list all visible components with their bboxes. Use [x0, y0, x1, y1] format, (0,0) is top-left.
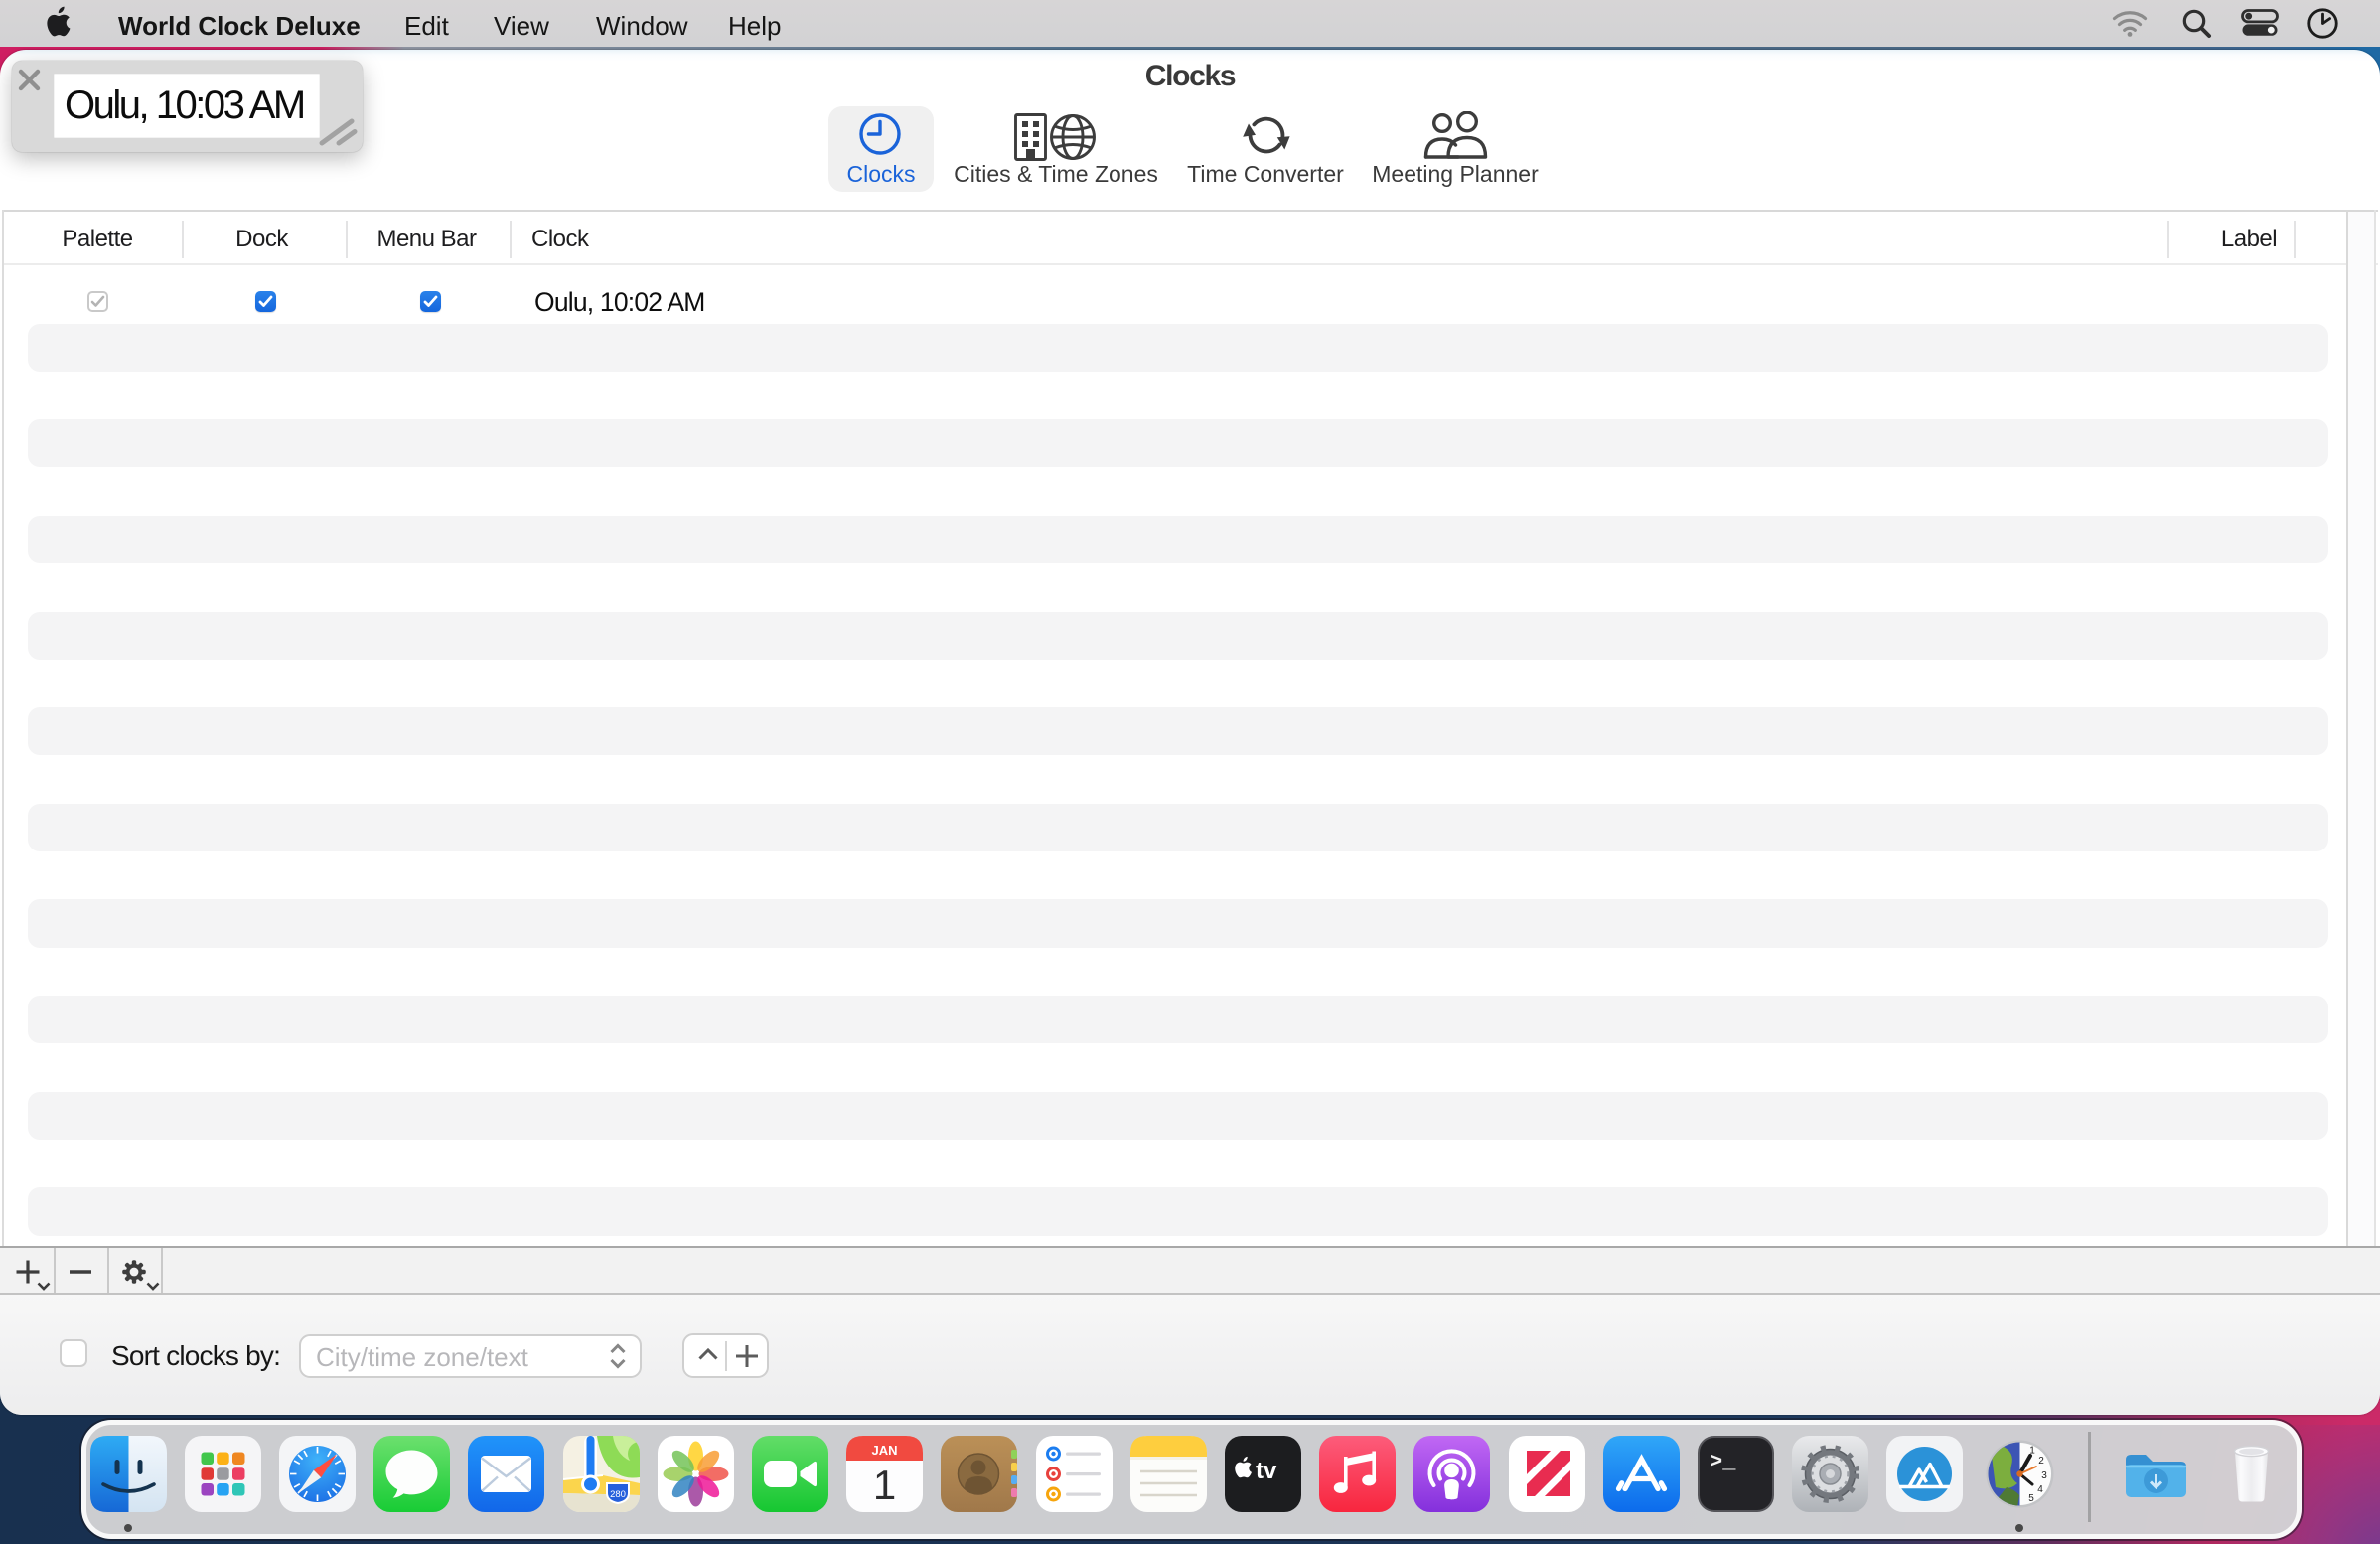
svg-text:280: 280 [610, 1489, 626, 1500]
svg-text:tv: tv [1256, 1458, 1277, 1484]
svg-text:>_: >_ [1710, 1450, 1736, 1474]
svg-text:1: 1 [873, 1462, 896, 1508]
svg-text:2: 2 [2038, 1456, 2044, 1467]
svg-text:JAN: JAN [872, 1443, 898, 1458]
svg-text:3: 3 [2041, 1470, 2047, 1481]
svg-text:5: 5 [2028, 1493, 2034, 1504]
svg-text:4: 4 [2037, 1484, 2043, 1495]
